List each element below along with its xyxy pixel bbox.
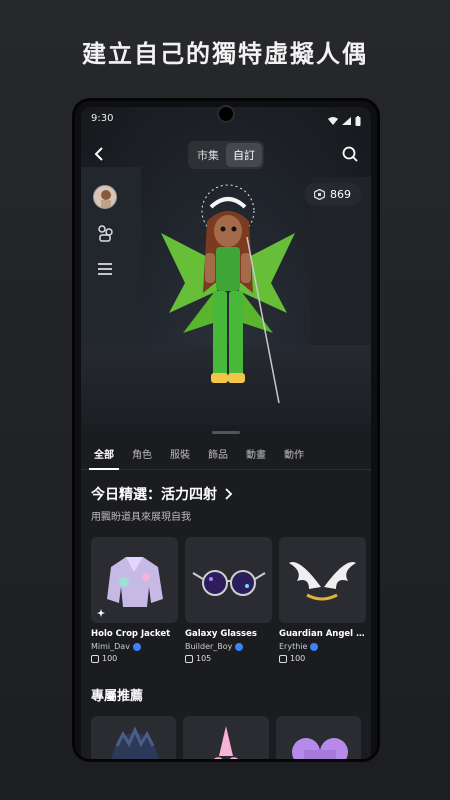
purple-hair-image bbox=[291, 738, 348, 759]
tab-all[interactable]: 全部 bbox=[85, 440, 123, 470]
item-thumbnail-glasses[interactable] bbox=[185, 537, 272, 623]
app-screen: 9:30 市集 自訂 869 全部 角色 服裝 飾品 動畫 動作 今日精選：活力… bbox=[81, 107, 371, 759]
status-time: 9:30 bbox=[91, 113, 114, 124]
list-item[interactable]: Galaxy Glasses Builder_Boy 105 bbox=[185, 537, 272, 663]
item-creator: Erythie bbox=[279, 642, 366, 651]
robux-icon bbox=[314, 189, 325, 200]
list-item[interactable] bbox=[183, 716, 269, 759]
avatar-head-icon bbox=[101, 190, 111, 208]
avatar-stage[interactable]: 9:30 市集 自訂 869 bbox=[81, 107, 371, 425]
item-price: 100 bbox=[91, 654, 178, 663]
side-toolbar bbox=[93, 185, 117, 281]
price-value: 100 bbox=[290, 654, 306, 663]
creator-name: Mimi_Dav bbox=[91, 642, 130, 651]
sparkle-icon bbox=[97, 609, 105, 617]
top-navigation: 市集 自訂 bbox=[81, 139, 371, 169]
creator-name: Erythie bbox=[279, 642, 308, 651]
robux-amount: 869 bbox=[330, 188, 351, 201]
unicorn-horn-image bbox=[214, 726, 239, 759]
featured-subtitle: 用飄盼道具來展現自我 bbox=[91, 512, 191, 523]
hair-image bbox=[111, 726, 159, 759]
item-thumbnail-wings[interactable] bbox=[279, 537, 366, 623]
wifi-icon bbox=[328, 117, 338, 125]
chevron-right-icon bbox=[225, 488, 233, 500]
price-value: 105 bbox=[196, 654, 212, 663]
list-item[interactable] bbox=[91, 716, 177, 759]
avatar-preview bbox=[161, 184, 295, 404]
featured-title: 今日精選：活力四射 bbox=[91, 487, 217, 503]
angel-wings-image bbox=[289, 562, 356, 601]
list-item[interactable]: Holo Crop Jacket Mimi_Dav 100 bbox=[91, 537, 178, 663]
mode-switch: 市集 自訂 bbox=[188, 141, 264, 169]
item-name: Galaxy Glasses bbox=[185, 629, 257, 639]
recommended-title: 專屬推薦 bbox=[91, 689, 144, 704]
drawer-handle[interactable] bbox=[212, 431, 240, 434]
verified-badge-icon bbox=[310, 642, 319, 651]
signal-icon bbox=[342, 117, 351, 125]
back-arrow-icon[interactable] bbox=[89, 143, 111, 165]
list-item[interactable] bbox=[275, 716, 361, 759]
glasses-image bbox=[192, 570, 266, 596]
robux-icon bbox=[279, 654, 287, 663]
battery-icon bbox=[355, 116, 361, 126]
category-tabs: 全部 角色 服裝 飾品 動畫 動作 bbox=[81, 440, 371, 470]
creator-name: Builder_Boy bbox=[185, 642, 233, 651]
phone-frame: 9:30 市集 自訂 869 全部 角色 服裝 飾品 動畫 動作 今日精選：活力… bbox=[72, 98, 380, 762]
tab-accessories[interactable]: 飾品 bbox=[199, 440, 237, 469]
tab-emotes[interactable]: 動作 bbox=[275, 440, 313, 469]
tab-marketplace[interactable]: 市集 bbox=[190, 143, 226, 167]
item-creator: Builder_Boy bbox=[185, 642, 272, 651]
item-price: 100 bbox=[279, 654, 366, 663]
recommended-items bbox=[81, 704, 371, 759]
menu-icon[interactable] bbox=[93, 257, 117, 281]
price-value: 100 bbox=[102, 654, 118, 663]
item-name: Holo Crop Jacket bbox=[91, 629, 171, 639]
item-name: Guardian Angel Ch... bbox=[279, 629, 366, 639]
robux-balance[interactable]: 869 bbox=[304, 183, 361, 206]
robux-icon bbox=[185, 654, 193, 663]
verified-badge-icon bbox=[235, 642, 244, 651]
avatar-thumbnail[interactable] bbox=[93, 185, 117, 209]
tab-characters[interactable]: 角色 bbox=[123, 440, 161, 469]
list-item[interactable]: Guardian Angel Ch... Erythie 100 bbox=[279, 537, 366, 663]
catalog-drawer: 全部 角色 服裝 飾品 動畫 動作 今日精選：活力四射 用飄盼道具來展現自我 H bbox=[81, 425, 371, 759]
body-scale-icon[interactable] bbox=[93, 221, 117, 245]
tab-animations[interactable]: 動畫 bbox=[237, 440, 275, 469]
item-price: 105 bbox=[185, 654, 272, 663]
featured-section-header[interactable]: 今日精選：活力四射 bbox=[81, 470, 371, 504]
tab-customize[interactable]: 自訂 bbox=[226, 143, 262, 167]
item-creator: Mimi_Dav bbox=[91, 642, 178, 651]
search-icon[interactable] bbox=[339, 143, 361, 165]
tab-clothing[interactable]: 服裝 bbox=[161, 440, 199, 469]
promo-headline: 建立自己的獨特虛擬人偶 bbox=[82, 40, 368, 68]
featured-items: Holo Crop Jacket Mimi_Dav 100 Galaxy Gla… bbox=[81, 523, 371, 663]
robux-icon bbox=[91, 654, 99, 663]
camera-notch bbox=[217, 105, 235, 123]
verified-badge-icon bbox=[132, 642, 141, 651]
item-thumbnail-jacket[interactable] bbox=[91, 537, 178, 623]
